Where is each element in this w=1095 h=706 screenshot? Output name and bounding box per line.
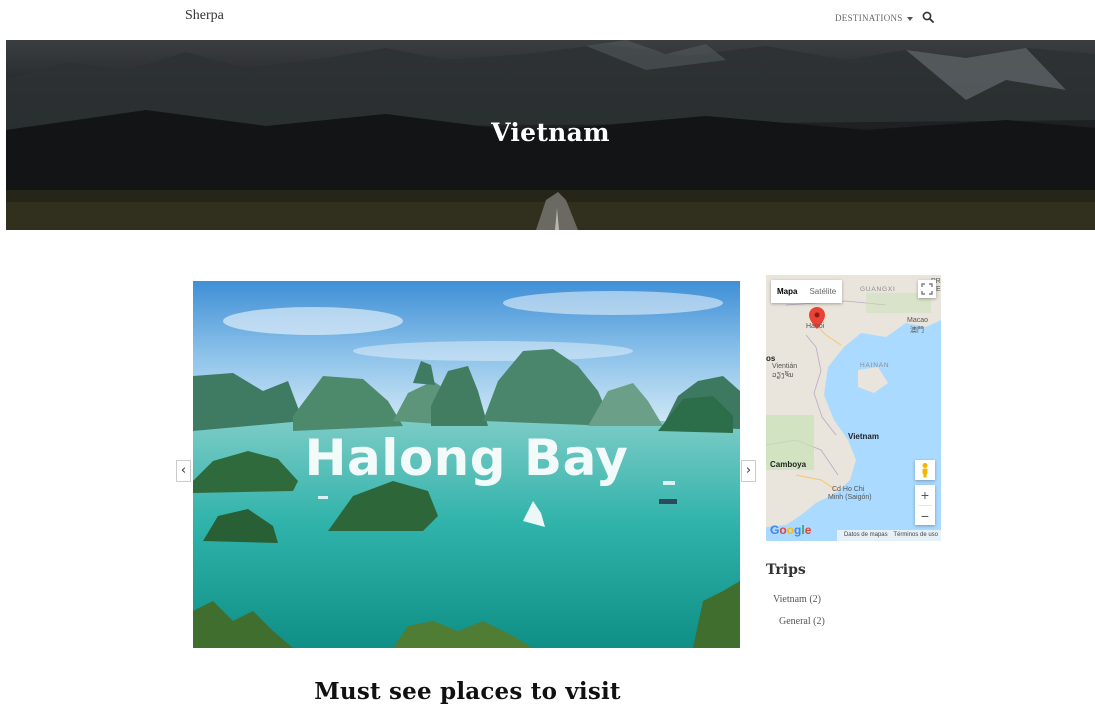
map-label-macao-local: 澳門 <box>910 327 924 334</box>
trip-link-vietnam[interactable]: Vietnam (2) <box>773 594 825 605</box>
navbar: Sherpa DESTINATIONS <box>0 0 1095 40</box>
google-logo[interactable]: Google <box>770 523 811 537</box>
image-carousel[interactable]: Halong Bay <box>193 281 740 648</box>
zoom-control: + − <box>915 485 935 525</box>
map-type-map-button[interactable]: Mapa <box>771 280 803 303</box>
map-label-camboya: Camboya <box>770 460 807 469</box>
trips-list: Vietnam (2) General (2) <box>773 594 825 627</box>
map-label-vientian-local: ວຽງຈັນ <box>772 372 794 379</box>
trips-heading: Trips <box>766 562 806 578</box>
zoom-out-button[interactable]: − <box>915 506 935 526</box>
map-label-hcm: Cd Ho Chi <box>832 486 865 493</box>
google-map[interactable]: GUANGXI Hanói Macao 澳門 os Vientián ວຽງຈັ… <box>766 275 941 541</box>
map-data-link[interactable]: Datos de mapas <box>844 532 888 538</box>
map-footer: Datos de mapas Términos de uso <box>836 530 941 541</box>
map-label-vietnam: Vietnam <box>848 432 879 441</box>
map-label-hainan: HAINAN <box>860 362 890 369</box>
map-type-satellite-button[interactable]: Satélite <box>803 280 842 303</box>
map-label-guangxi: GUANGXI <box>860 286 896 293</box>
carousel-next-button[interactable]: › <box>741 460 756 482</box>
destinations-label: DESTINATIONS <box>835 13 903 23</box>
google-logo-text: Google <box>770 523 812 537</box>
fullscreen-icon <box>921 283 933 295</box>
brand-logo[interactable]: Sherpa <box>185 8 224 24</box>
trip-link-general[interactable]: General (2) <box>779 616 825 627</box>
chevron-left-icon: ‹ <box>180 463 187 478</box>
map-label-hanoi: Hanói <box>806 323 825 330</box>
map-type-control: Mapa Satélite <box>771 280 843 303</box>
section-heading: Must see places to visit <box>314 678 621 705</box>
hero-banner: Vietnam <box>6 40 1095 230</box>
map-label-macao: Macao <box>907 317 929 324</box>
carousel-prev-button[interactable]: ‹ <box>176 460 191 482</box>
page-title: Vietnam <box>491 118 610 147</box>
map-terms-link[interactable]: Términos de uso <box>893 532 938 538</box>
map-label-hcm-2: Minh (Saigón) <box>828 494 872 501</box>
slide-caption: Halong Bay <box>304 429 629 487</box>
search-icon[interactable] <box>922 11 934 23</box>
pegman-icon <box>922 463 928 478</box>
chevron-right-icon: › <box>745 463 752 478</box>
map-label-vientian: Vientián <box>772 363 798 370</box>
caret-down-icon <box>906 16 913 21</box>
fullscreen-button[interactable] <box>918 280 936 298</box>
destinations-dropdown[interactable]: DESTINATIONS <box>835 13 913 23</box>
zoom-in-button[interactable]: + <box>915 485 935 505</box>
street-view-button[interactable] <box>915 460 935 480</box>
map-label-laos: os <box>766 354 776 363</box>
